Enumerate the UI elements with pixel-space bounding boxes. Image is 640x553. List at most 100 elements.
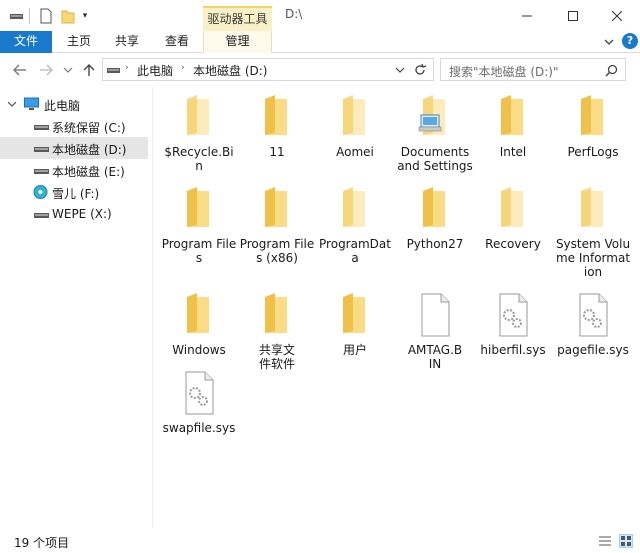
maximize-icon xyxy=(568,10,578,21)
close-icon xyxy=(612,10,622,21)
drive-icon xyxy=(34,125,49,130)
drive-icon xyxy=(34,213,49,218)
search-input[interactable]: 搜索"本地磁盘 (D:)" xyxy=(449,63,559,80)
customize-toolbar-icon[interactable]: ▾ xyxy=(80,8,90,24)
file-item-label: 共享文件软件 xyxy=(258,343,295,371)
quick-access-divider xyxy=(29,8,30,24)
large-icons-view-icon[interactable] xyxy=(619,534,633,548)
file-item-label: Documents and Settings xyxy=(397,145,473,173)
properties-icon[interactable] xyxy=(40,8,52,24)
details-view-icon[interactable] xyxy=(599,535,611,547)
chevron-down-icon[interactable] xyxy=(8,100,16,108)
navigation-pane: 此电脑 系统保留 (C:) 本地磁盘 (D:) 本地磁盘 (E:) 雪儿 (F:… xyxy=(0,87,152,528)
file-item-label: pagefile.sys xyxy=(557,343,629,357)
file-icon xyxy=(421,293,450,337)
folder-icon xyxy=(581,95,603,135)
tree-item-label: 本地磁盘 (D:) xyxy=(52,143,127,157)
minimize-icon xyxy=(522,15,532,16)
folder-icon xyxy=(343,293,365,333)
file-item-label: ProgramData xyxy=(319,237,391,265)
folder-faded-icon xyxy=(581,187,603,227)
tree-item-this-pc[interactable]: 此电脑 xyxy=(0,93,148,115)
file-item-label: PerfLogs xyxy=(567,145,619,159)
item-count: 19 个项目 xyxy=(14,536,70,550)
ribbon-tabs: 文件 主页 共享 查看 管理 ? xyxy=(0,31,640,53)
cd-drive-icon xyxy=(33,185,48,199)
folder-icon xyxy=(265,293,287,333)
file-item-label: Recovery xyxy=(485,237,541,251)
tree-item-drive-c[interactable]: 系统保留 (C:) xyxy=(0,115,148,137)
tree-item-drive-f[interactable]: 雪儿 (F:) xyxy=(0,181,148,203)
file-item-label: Program Files xyxy=(161,237,237,265)
tab-file[interactable]: 文件 xyxy=(0,31,52,53)
search-icon[interactable] xyxy=(605,64,618,77)
address-dropdown-icon[interactable] xyxy=(395,65,405,75)
pc-icon xyxy=(24,97,39,110)
tree-item-drive-x[interactable]: WEPE (X:) xyxy=(0,203,148,225)
file-item-label: System Volume Information xyxy=(555,237,631,279)
breadcrumb-separator[interactable]: › xyxy=(125,63,129,73)
file-item-label: Aomei xyxy=(336,145,374,159)
help-icon[interactable]: ? xyxy=(622,33,638,49)
grid-icon xyxy=(621,536,631,546)
window-title: D:\ xyxy=(285,7,303,21)
system-file-icon xyxy=(185,371,214,415)
folder-icon xyxy=(423,187,445,227)
file-item-label: $Recycle.Bin xyxy=(164,145,234,173)
drive-icon xyxy=(34,169,49,174)
file-view: $Recycle.Bin 11 Aomei Documents and Sett… xyxy=(153,87,640,528)
tree-item-label: 雪儿 (F:) xyxy=(52,187,100,201)
address-row: › 此电脑 › 本地磁盘 (D:) 搜索"本地磁盘 (D:)" xyxy=(0,53,640,87)
status-bar: 19 个项目 xyxy=(0,528,640,553)
tree-item-drive-e[interactable]: 本地磁盘 (E:) xyxy=(0,159,148,181)
tree-item-label: 系统保留 (C:) xyxy=(52,121,126,135)
refresh-icon[interactable] xyxy=(413,63,427,77)
file-item-label: hiberfil.sys xyxy=(480,343,546,357)
breadcrumb-this-pc[interactable]: 此电脑 xyxy=(137,62,173,79)
folder-icon xyxy=(265,95,287,135)
close-button[interactable] xyxy=(594,0,640,31)
tab-manage[interactable]: 管理 xyxy=(203,31,272,53)
recent-locations-icon[interactable] xyxy=(63,62,73,78)
folder-icon xyxy=(187,293,209,333)
back-icon[interactable] xyxy=(12,62,28,78)
tab-view[interactable]: 查看 xyxy=(158,31,196,53)
title-bar: ▾ 驱动器工具 D:\ xyxy=(0,0,640,31)
folder-faded-icon xyxy=(343,95,365,135)
forward-icon[interactable] xyxy=(38,62,54,78)
new-folder-icon[interactable] xyxy=(61,8,75,24)
folder-shortcut-icon xyxy=(418,95,445,135)
breadcrumb-separator[interactable]: › xyxy=(181,63,185,73)
folder-faded-icon xyxy=(187,95,209,135)
breadcrumb-drive-d[interactable]: 本地磁盘 (D:) xyxy=(193,62,267,79)
system-file-icon xyxy=(499,293,528,337)
file-item-label: AMTAG.BIN xyxy=(407,343,463,371)
file-item-label: Windows xyxy=(172,343,226,357)
file-item-label: 11 xyxy=(269,145,285,159)
system-file-icon xyxy=(579,293,608,337)
address-bar[interactable]: › 此电脑 › 本地磁盘 (D:) xyxy=(102,58,434,81)
tree-item-drive-d[interactable]: 本地磁盘 (D:) xyxy=(0,137,148,159)
drive-tools-context-tab: 驱动器工具 xyxy=(203,6,272,31)
file-item-label: Intel xyxy=(499,145,527,159)
maximize-button[interactable] xyxy=(550,0,596,31)
folder-faded-icon xyxy=(501,187,523,227)
tab-share[interactable]: 共享 xyxy=(108,31,146,53)
expand-ribbon-icon[interactable] xyxy=(602,35,616,49)
drive-icon[interactable] xyxy=(10,8,23,24)
folder-icon xyxy=(501,95,523,135)
tree-item-label: 本地磁盘 (E:) xyxy=(52,165,125,179)
file-item-label: Program Files (x86) xyxy=(239,237,315,265)
folder-icon xyxy=(265,187,287,227)
folder-icon xyxy=(187,187,209,227)
drive-icon xyxy=(107,68,120,73)
tree-item-label: 此电脑 xyxy=(44,99,81,113)
tab-home[interactable]: 主页 xyxy=(60,31,98,53)
tree-item-label: WEPE (X:) xyxy=(52,207,112,221)
folder-faded-icon xyxy=(343,187,365,227)
up-icon[interactable] xyxy=(81,62,97,78)
drive-icon xyxy=(34,147,49,152)
search-box[interactable]: 搜索"本地磁盘 (D:)" xyxy=(440,58,626,81)
file-item-label: Python27 xyxy=(406,237,464,251)
minimize-button[interactable] xyxy=(504,0,550,31)
